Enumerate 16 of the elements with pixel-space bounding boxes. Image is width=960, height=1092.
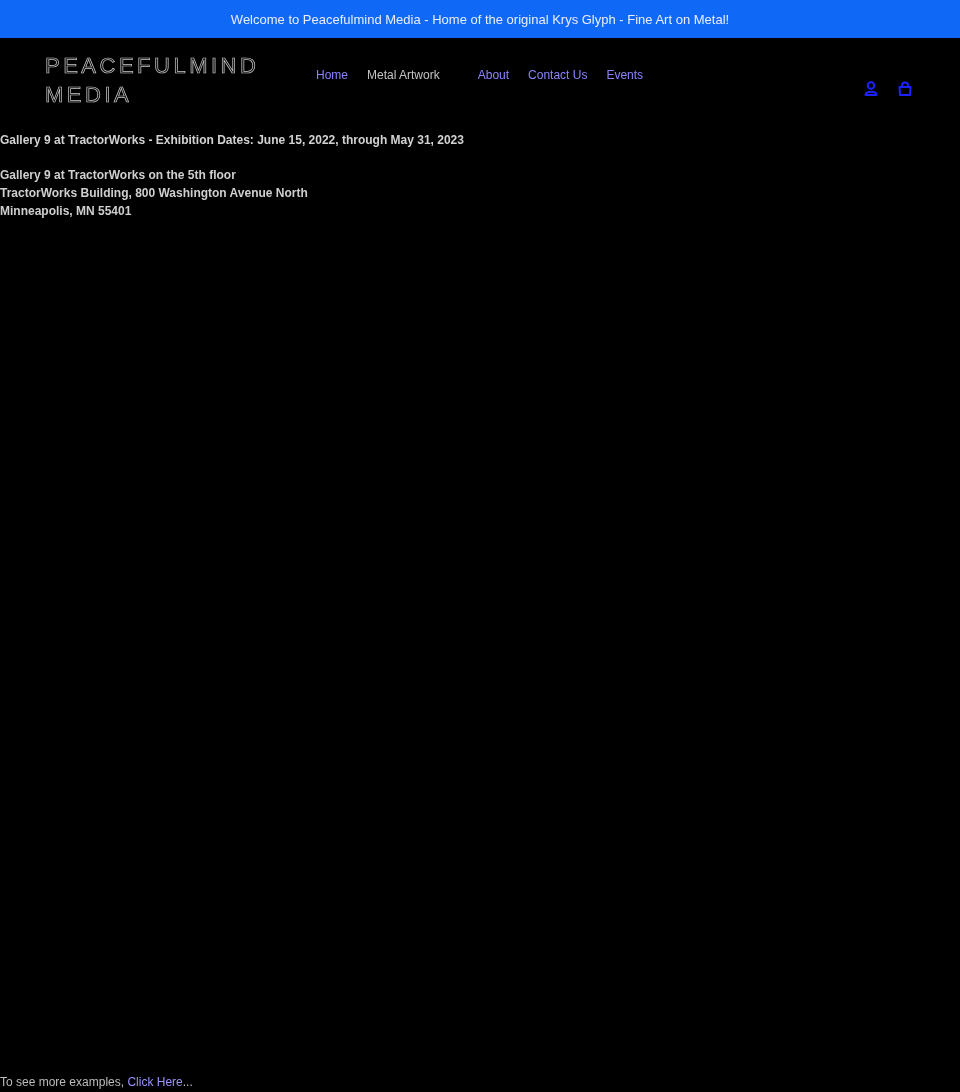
nav-dropdown[interactable]: Metal Artwork [367,68,440,82]
account-icon [864,81,878,96]
nav-link[interactable]: Events [606,68,644,82]
nav-link[interactable]: About [477,68,510,82]
more-examples-link[interactable]: Click Here [127,1075,183,1089]
address-line: TractorWorks Building, 800 Washington Avenue North [0,185,309,202]
account-button[interactable] [864,81,878,96]
announcement-text: Welcome to Peacefulmind Media - Home of the original Krys Glyph - Fine Art on Metal! [230,11,730,27]
nav-link[interactable]: Home [316,68,348,82]
address-line: Minneapolis, MN 55401 [0,203,133,220]
address-line: Gallery 9 at TractorWorks on the 5th floor [0,167,237,184]
cart-button[interactable] [898,81,912,96]
shopping-bag-icon [898,81,912,96]
footer-text: To see more examples, Click Here... [0,1074,194,1090]
exhibition-heading: Gallery 9 at TractorWorks - Exhibition Dates: June 15, 2022, through May 31, 2023 [0,132,465,148]
nav-link[interactable]: Contact Us [528,68,588,82]
